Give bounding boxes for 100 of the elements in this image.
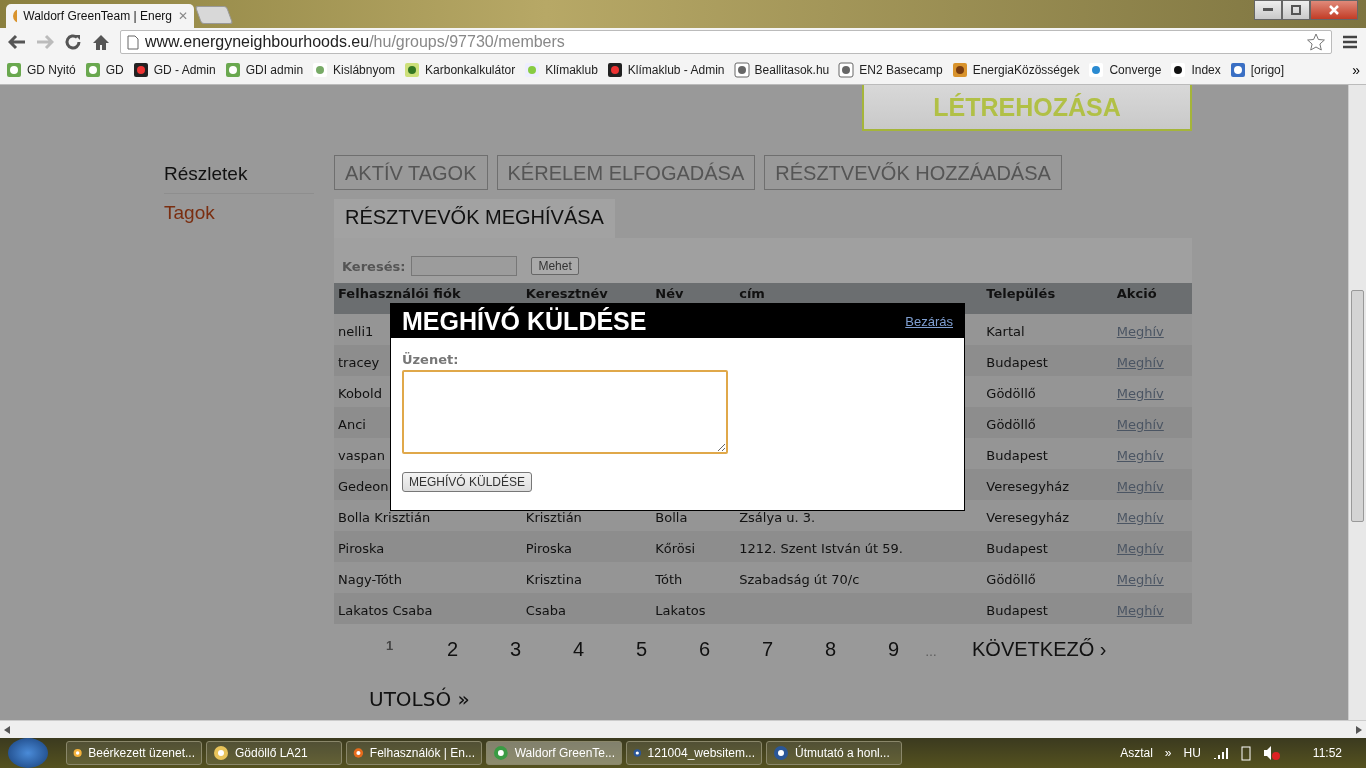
more-bookmarks-button[interactable]: » [1352,62,1360,78]
close-tab-button[interactable]: ✕ [178,9,188,23]
bookmark[interactable]: Klímaklub - Admin [606,62,725,78]
last-link[interactable]: UTOLSÓ » [369,687,1192,711]
bookmark[interactable]: Converge [1088,62,1162,78]
minimize-button[interactable] [1254,0,1282,20]
table-cell: nelli1 [338,324,374,339]
bookmark[interactable]: EN2 Basecamp [838,62,943,78]
close-window-button[interactable] [1310,0,1358,20]
taskbar-item[interactable]: Gödöllő LA21 [206,741,342,765]
address-bar[interactable]: www.energyneighbourhoods.eu/hu/groups/97730/members [120,30,1332,54]
table-cell: 1212. Szent István út 59. [739,541,903,556]
menu-icon[interactable] [1342,35,1358,49]
table-cell: Kobold [338,386,382,401]
muted-speaker-icon[interactable] [1262,745,1281,761]
table-cell: Zsálya u. 3. [739,510,816,525]
bookmark[interactable]: Klímaklub [524,62,598,78]
table-cell: Budapest [986,603,1048,618]
language-indicator[interactable]: HU [1183,746,1201,760]
table-cell: Piroska [338,541,385,556]
table-cell: Krisztián [525,510,582,525]
scrollbar[interactable] [1348,85,1366,720]
horizontal-scrollbar[interactable] [0,720,1366,738]
next-link[interactable]: KÖVETKEZŐ › [972,638,1107,661]
table-cell: Csaba [525,603,566,618]
star-icon[interactable] [1307,33,1325,51]
signal-icon[interactable] [1212,747,1229,759]
table-cell: Lakatos [655,603,706,618]
search-field[interactable] [411,256,518,276]
page-link[interactable]: 6 [673,638,736,661]
table-cell: Budapest [986,448,1048,463]
field-label: Üzenet: [402,352,460,367]
table-cell: Anci [338,417,366,432]
bookmark[interactable]: Beallitasok.hu [733,62,830,78]
browser-tab[interactable]: Waldorf GreenTeam | Energ ✕ [6,4,194,28]
tab[interactable]: RÉSZTVEVŐK MEGHÍVÁSA [334,199,615,238]
bookmark[interactable]: Karbonkalkulátor [404,62,516,78]
table-cell: Tóth [655,572,683,587]
taskbar-item[interactable]: Waldorf GreenTe... [486,741,622,765]
bookmark[interactable]: GD Nyitó [6,62,76,78]
page-link[interactable]: 7 [736,638,799,661]
table-cell: Gödöllő [986,386,1036,401]
desktop-label[interactable]: Asztal [1120,746,1153,760]
battery-icon[interactable] [1240,745,1251,761]
page-link[interactable]: 1 [358,638,421,653]
home-icon[interactable] [92,33,110,51]
table-cell: Budapest [986,355,1048,370]
right-arrow-icon[interactable] [1356,725,1362,734]
column-header: Település [982,283,1113,314]
close-link[interactable]: Bezárás [905,313,953,329]
table-cell: Lakatos Csaba [338,603,433,618]
left-arrow-icon[interactable] [4,725,10,734]
column-header: Akció [1112,283,1192,314]
back-icon[interactable] [8,34,26,50]
page-link[interactable]: 4 [547,638,610,661]
table-cell: Nagy-Tóth [338,572,402,587]
minimize-icon [1263,8,1273,12]
page-link[interactable]: 2 [421,638,484,661]
bookmark[interactable]: GD [84,62,124,78]
bookmark[interactable]: EnergiaKözösségek [951,62,1080,78]
sidebar-item[interactable]: Részletek [164,155,314,194]
bookmark[interactable]: GD - Admin [132,62,216,78]
table-cell: Gödöllő [986,417,1036,432]
chevron[interactable]: » [1164,746,1172,760]
taskbar-item[interactable]: 121004_websitem... [626,741,762,765]
reload-icon[interactable] [64,33,82,51]
table-cell: Gedeon [338,479,389,494]
taskbar-item[interactable]: Útmutató a honl... [766,741,902,765]
table-cell: Piroska [525,541,573,556]
message-field[interactable] [402,370,728,454]
table-cell: Bolla Krisztián [338,510,431,525]
clock[interactable]: 11:52 [1312,746,1342,760]
restore-icon [1291,5,1301,15]
page-link[interactable]: 3 [484,638,547,661]
table-cell: Szabadság út 70/c [739,572,860,587]
table-cell: Budapest [986,541,1048,556]
close-icon [1329,5,1339,15]
table-cell: Kartal [986,324,1025,339]
search-button[interactable]: Mehet [531,257,579,275]
bookmark[interactable]: Index [1170,62,1221,78]
table-cell: Veresegyház [986,479,1069,494]
bookmark[interactable]: GDI admin [224,62,304,78]
bookmark[interactable]: [origo] [1229,62,1285,78]
table-cell: Veresegyház [986,510,1069,525]
table-cell: Bolla [655,510,688,525]
table-cell: Gödöllő [986,572,1036,587]
page-link[interactable]: 8 [799,638,862,661]
start-button[interactable] [8,738,48,768]
restore-button[interactable] [1282,0,1310,20]
bookmark[interactable]: Kislábnyom [312,62,396,78]
search-label: Keresés: [342,258,406,274]
taskbar-item[interactable]: Beérkezett üzenet... [66,741,202,765]
table-cell: Kőrösi [655,541,696,556]
taskbar-item[interactable]: Felhasználók | En... [346,741,482,765]
table-cell: Krisztina [525,572,582,587]
page-link[interactable]: 5 [610,638,673,661]
table-cell: tracey [338,355,380,370]
send-button[interactable]: MEGHÍVÓ KÜLDÉSE [402,472,533,492]
page-link[interactable]: 9 [862,638,925,661]
ellipsis: … [925,645,938,659]
